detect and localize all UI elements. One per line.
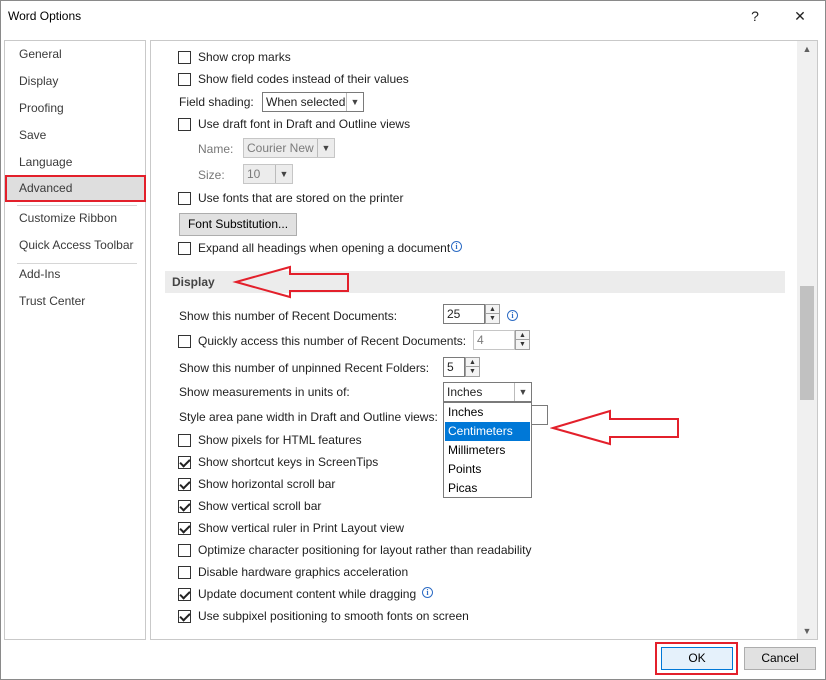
recent-documents-label: Show this number of Recent Documents: <box>179 309 398 323</box>
spin-up-icon[interactable]: ▲ <box>466 358 479 367</box>
font-size-label: Size: <box>198 168 225 182</box>
update-dragging-label: Update document content while dragging <box>198 587 417 601</box>
font-name-select[interactable]: Courier New ▼ <box>243 138 335 158</box>
subpixel-label: Use subpixel positioning to smooth fonts… <box>198 609 469 623</box>
draft-font-label: Use draft font in Draft and Outline view… <box>198 117 411 131</box>
info-icon[interactable]: i <box>507 310 518 321</box>
vertical-ruler-checkbox[interactable] <box>178 522 191 535</box>
pixels-html-label: Show pixels for HTML features <box>198 433 362 447</box>
spin-down-icon[interactable]: ▼ <box>486 314 499 323</box>
spin-up-icon[interactable]: ▲ <box>486 305 499 314</box>
disable-hw-label: Disable hardware graphics acceleration <box>198 565 409 579</box>
scroll-up-icon[interactable]: ▲ <box>797 41 817 57</box>
subpixel-checkbox[interactable] <box>178 610 191 623</box>
recent-documents-spinner[interactable]: ▲ ▼ <box>485 304 500 324</box>
recent-documents-input[interactable]: 25 <box>443 304 485 324</box>
vertical-scroll-label: Show vertical scroll bar <box>198 499 322 513</box>
field-shading-value: When selected <box>266 95 346 109</box>
printer-fonts-checkbox[interactable] <box>178 192 191 205</box>
quick-access-checkbox[interactable] <box>178 335 191 348</box>
nav-item-quick-access-toolbar[interactable]: Quick Access Toolbar <box>6 232 145 259</box>
nav-item-proofing[interactable]: Proofing <box>6 95 145 122</box>
nav-item-trust-center[interactable]: Trust Center <box>6 288 145 315</box>
close-button[interactable]: ✕ <box>785 4 815 28</box>
quick-access-label: Quickly access this number of Recent Doc… <box>198 334 467 348</box>
cancel-button[interactable]: Cancel <box>744 647 816 670</box>
spin-down-icon[interactable]: ▼ <box>466 367 479 376</box>
font-size-select[interactable]: 10 ▼ <box>243 164 293 184</box>
nav-item-advanced[interactable]: Advanced <box>5 175 146 202</box>
red-arrow-annotation-display <box>232 265 349 299</box>
style-area-input[interactable] <box>530 405 548 425</box>
chevron-down-icon: ▼ <box>346 93 363 111</box>
spin-down-icon[interactable]: ▼ <box>516 340 529 349</box>
vertical-ruler-label: Show vertical ruler in Print Layout view <box>198 521 405 535</box>
update-dragging-checkbox[interactable] <box>178 588 191 601</box>
units-option-inches[interactable]: Inches <box>445 403 530 422</box>
shortcut-keys-checkbox[interactable] <box>178 456 191 469</box>
vertical-scroll-checkbox[interactable] <box>178 500 191 513</box>
disable-hw-checkbox[interactable] <box>178 566 191 579</box>
measurement-units-select[interactable]: Inches ▼ <box>443 382 532 402</box>
optimize-char-checkbox[interactable] <box>178 544 191 557</box>
nav-item-customize-ribbon[interactable]: Customize Ribbon <box>6 205 145 232</box>
expand-headings-checkbox[interactable] <box>178 242 191 255</box>
expand-headings-label: Expand all headings when opening a docum… <box>198 241 451 255</box>
show-crop-marks-checkbox[interactable] <box>178 51 191 64</box>
chevron-down-icon: ▼ <box>275 165 292 183</box>
measurement-units-label: Show measurements in units of: <box>179 385 350 399</box>
font-substitution-button[interactable]: Font Substitution... <box>179 213 297 236</box>
units-option-picas[interactable]: Picas <box>445 479 530 498</box>
show-field-codes-checkbox[interactable] <box>178 73 191 86</box>
scroll-down-icon[interactable]: ▼ <box>797 623 817 639</box>
nav-item-add-ins[interactable]: Add-Ins <box>6 261 145 288</box>
nav-item-display[interactable]: Display <box>6 68 145 95</box>
field-shading-label: Field shading: <box>179 95 254 109</box>
recent-folders-label: Show this number of unpinned Recent Fold… <box>179 361 430 375</box>
horizontal-scroll-label: Show horizontal scroll bar <box>198 477 336 491</box>
info-icon[interactable]: i <box>422 587 433 598</box>
optimize-char-label: Optimize character positioning for layou… <box>198 543 532 557</box>
red-arrow-annotation-centimeters <box>550 409 679 446</box>
scrollbar-thumb[interactable] <box>800 286 814 400</box>
measurement-units-value: Inches <box>447 385 483 399</box>
units-option-centimeters[interactable]: Centimeters <box>445 422 530 441</box>
printer-fonts-label: Use fonts that are stored on the printer <box>198 191 404 205</box>
window-title: Word Options <box>8 9 82 23</box>
font-size-value: 10 <box>247 167 261 181</box>
info-icon[interactable]: i <box>451 241 462 252</box>
nav-item-save[interactable]: Save <box>6 122 145 149</box>
show-field-codes-label: Show field codes instead of their values <box>198 72 409 86</box>
recent-folders-input[interactable]: 5 <box>443 357 465 377</box>
units-option-points[interactable]: Points <box>445 460 530 479</box>
draft-font-checkbox[interactable] <box>178 118 191 131</box>
options-nav: General Display Proofing Save Language A… <box>4 40 146 640</box>
field-shading-select[interactable]: When selected ▼ <box>262 92 364 112</box>
horizontal-scroll-checkbox[interactable] <box>178 478 191 491</box>
font-name-label: Name: <box>198 142 234 156</box>
recent-folders-spinner[interactable]: ▲ ▼ <box>465 357 480 377</box>
quick-access-spinner[interactable]: ▲ ▼ <box>515 330 530 350</box>
shortcut-keys-label: Show shortcut keys in ScreenTips <box>198 455 379 469</box>
spin-up-icon[interactable]: ▲ <box>516 331 529 340</box>
units-option-millimeters[interactable]: Millimeters <box>445 441 530 460</box>
font-name-value: Courier New <box>247 141 314 155</box>
nav-item-language[interactable]: Language <box>6 149 145 176</box>
chevron-down-icon: ▼ <box>317 139 334 157</box>
quick-access-input[interactable]: 4 <box>473 330 515 350</box>
chevron-down-icon: ▼ <box>514 383 531 401</box>
ok-highlight-frame <box>655 642 738 675</box>
nav-item-general[interactable]: General <box>6 41 145 68</box>
pixels-html-checkbox[interactable] <box>178 434 191 447</box>
units-dropdown-list[interactable]: Inches Centimeters Millimeters Points Pi… <box>443 402 532 498</box>
style-area-label: Style area pane width in Draft and Outli… <box>179 410 438 424</box>
help-button[interactable]: ? <box>740 4 770 28</box>
show-crop-marks-label: Show crop marks <box>198 50 291 64</box>
